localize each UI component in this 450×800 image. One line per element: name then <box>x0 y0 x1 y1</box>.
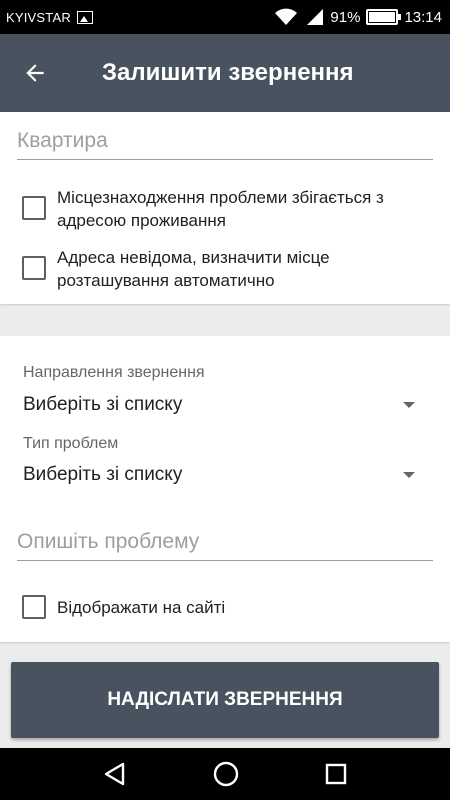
description-placeholder: Опишіть проблему <box>17 530 200 553</box>
system-nav-bar <box>0 748 450 800</box>
carrier-name: KYIVSTAR <box>6 9 71 25</box>
same-address-checkbox[interactable] <box>22 196 46 220</box>
problem-card: Направлення звернення Виберіть зі списку… <box>0 336 450 642</box>
unknown-address-label: Адреса невідома, визначити місце розташу… <box>57 248 330 290</box>
description-field[interactable]: Опишіть проблему <box>17 513 433 561</box>
status-bar: KYIVSTAR 91% 13:14 <box>0 0 450 34</box>
page-title: Залишити звернення <box>102 59 354 86</box>
same-address-label: Місцезнаходження проблеми збігається з а… <box>57 188 384 230</box>
same-address-row[interactable]: Місцезнаходження проблеми збігається з а… <box>22 186 437 232</box>
problem-type-value: Виберіть зі списку <box>23 464 183 485</box>
home-circle-icon[interactable] <box>212 760 240 788</box>
submit-button[interactable]: НАДІСЛАТИ ЗВЕРНЕННЯ <box>11 662 439 738</box>
dropdown-arrow-icon <box>403 402 415 408</box>
back-triangle-icon[interactable] <box>102 761 128 787</box>
problem-type-label: Тип проблем <box>23 435 119 452</box>
show-on-site-label: Відображати на сайті <box>57 598 226 617</box>
unknown-address-row[interactable]: Адреса невідома, визначити місце розташу… <box>22 246 387 292</box>
apartment-field[interactable]: Квартира <box>17 112 433 160</box>
app-bar: Залишити звернення <box>0 34 450 112</box>
direction-dropdown[interactable]: Виберіть зі списку <box>23 390 423 420</box>
unknown-address-checkbox[interactable] <box>22 256 46 280</box>
image-icon <box>76 10 93 24</box>
dropdown-arrow-icon <box>403 472 415 478</box>
problem-type-dropdown[interactable]: Виберіть зі списку <box>23 460 423 490</box>
show-on-site-row[interactable]: Відображати на сайті <box>22 595 225 619</box>
battery-icon <box>366 9 402 25</box>
direction-label: Направлення звернення <box>23 364 205 381</box>
apartment-placeholder: Квартира <box>17 129 108 152</box>
back-button[interactable] <box>0 34 70 112</box>
recents-square-icon[interactable] <box>324 762 348 786</box>
address-card: Квартира Місцезнаходження проблеми збіга… <box>0 112 450 304</box>
status-right: 91% 13:14 <box>274 8 442 26</box>
arrow-left-icon <box>26 64 44 82</box>
signal-icon <box>307 9 324 25</box>
show-on-site-checkbox[interactable] <box>22 595 46 619</box>
clock: 13:14 <box>404 8 442 26</box>
direction-value: Виберіть зі списку <box>23 394 183 415</box>
battery-percent: 91% <box>330 8 361 26</box>
wifi-icon <box>275 8 298 25</box>
